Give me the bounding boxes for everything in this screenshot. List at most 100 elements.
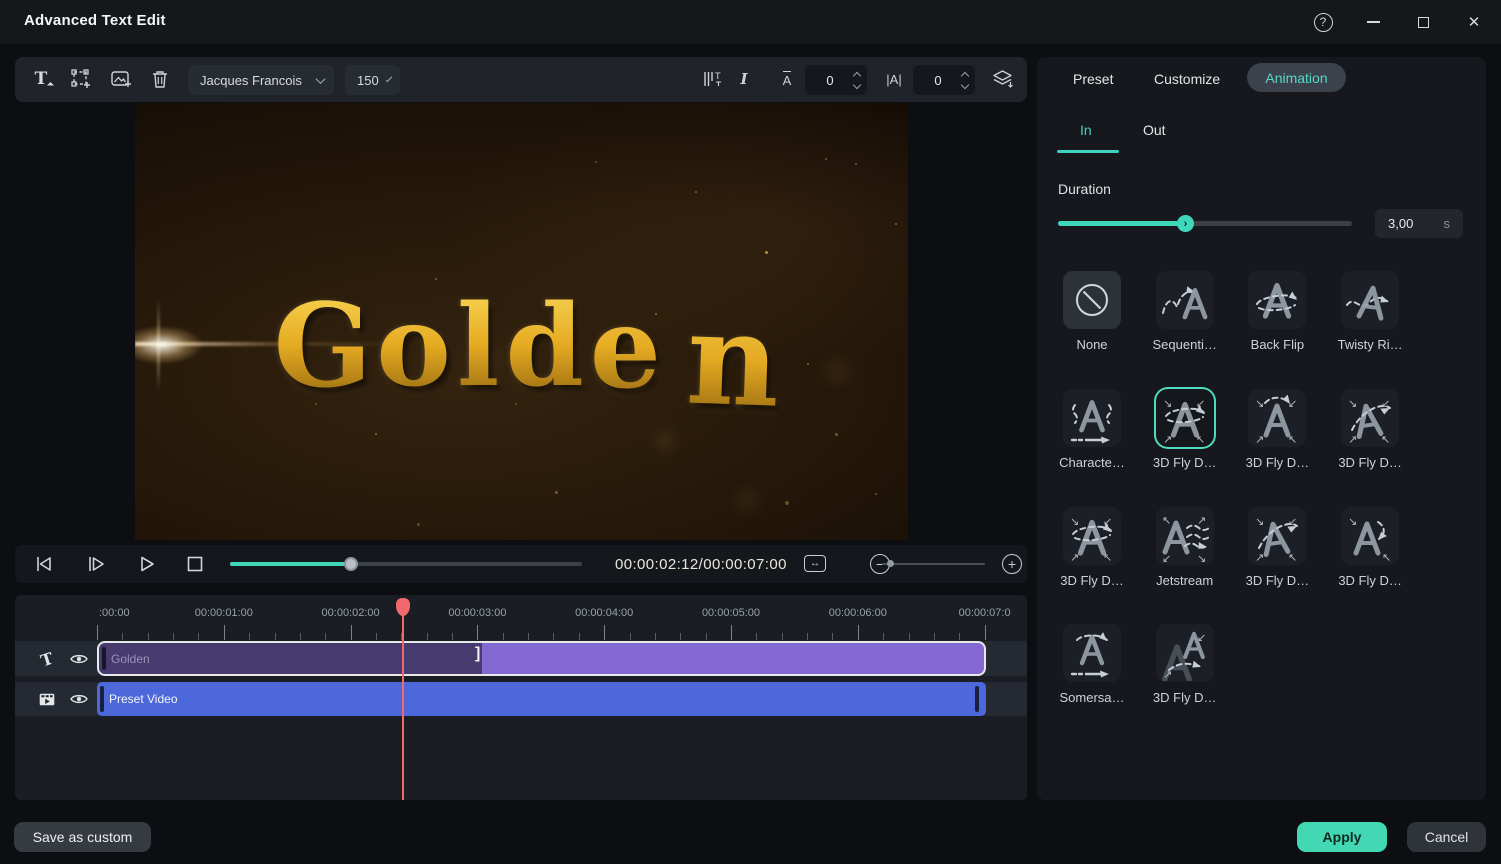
preview-title-text[interactable]: Golden [135, 291, 908, 403]
add-image-button[interactable] [106, 64, 136, 94]
animation-preset-thumbnail[interactable] [1063, 624, 1121, 682]
text-clip[interactable]: Golden ] [97, 641, 986, 676]
font-size-select[interactable]: 150 [345, 65, 400, 95]
transform-button[interactable] [66, 64, 96, 94]
minimize-button[interactable] [1360, 10, 1386, 34]
duration-slider[interactable]: › [1058, 221, 1352, 226]
animation-preset-thumbnail[interactable]: ↙↗ [1156, 624, 1214, 682]
maximize-button[interactable] [1410, 10, 1436, 34]
add-text-button[interactable]: T [26, 64, 56, 94]
animation-preset-thumbnail[interactable]: ↘↙↗↖ [1341, 389, 1399, 447]
animation-preset-back-flip[interactable]: Back Flip [1234, 271, 1320, 352]
animation-preset-characte-[interactable]: Characte… [1049, 389, 1135, 470]
ruler-tick [706, 633, 707, 640]
previous-frame-button[interactable] [32, 553, 56, 575]
subtab-in[interactable]: In [1080, 122, 1092, 138]
add-image-icon [111, 71, 132, 88]
animation-preset-thumbnail[interactable]: ↘↙↗↖ [1248, 507, 1306, 565]
save-as-custom-button[interactable]: Save as custom [14, 822, 151, 852]
animation-preset-thumbnail[interactable]: ↘↙↗↖ [1156, 389, 1214, 447]
animation-preset-3d-fly-d-[interactable]: ↘↙↗↖ 3D Fly D… [1234, 389, 1320, 470]
play-button[interactable] [135, 553, 159, 575]
delete-button[interactable] [145, 64, 175, 94]
vertical-text-button[interactable]: T [699, 64, 729, 94]
animation-preset-3d-fly-d-[interactable]: ↘↖3D Fly D… [1327, 507, 1413, 588]
preview-letter: n [685, 295, 789, 426]
letter-spacing-stepper[interactable]: 0 [913, 65, 975, 95]
animation-preset-sequenti-[interactable]: Sequenti… [1142, 271, 1228, 352]
line-spacing-button[interactable]: A [772, 64, 802, 94]
apply-button[interactable]: Apply [1297, 822, 1387, 852]
playhead-handle[interactable] [396, 598, 410, 616]
close-button[interactable]: ✕ [1461, 10, 1487, 34]
line-spacing-stepper[interactable]: 0 [805, 65, 867, 95]
animation-preset-none[interactable]: None [1049, 271, 1135, 352]
tab-customize[interactable]: Customize [1154, 71, 1220, 87]
italic-icon: I [740, 70, 747, 88]
preview-letter: d [505, 291, 589, 403]
italic-button[interactable]: I [729, 64, 759, 94]
ruler-tick [909, 633, 910, 640]
animation-preset-thumbnail[interactable]: ↘↙↗↖ [1063, 507, 1121, 565]
progress-handle[interactable] [344, 557, 358, 571]
animation-preset-thumbnail[interactable]: ↘↖ [1341, 507, 1399, 565]
animation-preset-label: 3D Fly D… [1234, 455, 1320, 470]
playhead-line[interactable] [402, 609, 404, 800]
animation-preset-thumbnail[interactable] [1341, 271, 1399, 329]
clip-trim-handle-right[interactable] [975, 686, 979, 712]
stepper-arrows-icon[interactable] [962, 73, 968, 88]
animation-preset-3d-fly-d-[interactable]: ↘↙↗↖3D Fly D… [1049, 507, 1135, 588]
animation-preset-thumbnail[interactable]: ↘↙↗↖ [1248, 389, 1306, 447]
animation-boundary-marker[interactable]: ] [475, 645, 480, 663]
animation-preset-label: Characte… [1049, 455, 1135, 470]
animation-preset-somersa-[interactable]: Somersa… [1049, 624, 1135, 705]
ruler-tick [604, 625, 605, 640]
track-visibility-toggle[interactable] [67, 649, 91, 669]
tab-animation[interactable]: Animation [1247, 63, 1346, 92]
svg-text:↙: ↙ [1196, 397, 1205, 410]
svg-text:↘: ↘ [1348, 515, 1357, 528]
subtab-out[interactable]: Out [1143, 122, 1166, 138]
animation-preset-thumbnail[interactable]: ↖↗↙↘ [1156, 507, 1214, 565]
flipIn-icon: ↘↙↗↖ [1249, 390, 1305, 446]
duration-value: 3,00 [1388, 216, 1413, 231]
stepper-arrows-icon[interactable] [854, 73, 860, 88]
preview-letter: G [273, 289, 378, 404]
animation-preset-label: 3D Fly D… [1234, 573, 1320, 588]
animation-preset-3d-fly-d-[interactable]: ↘↙↗↖3D Fly D… [1327, 389, 1413, 470]
animation-preset-twisty-ri-[interactable]: Twisty Ri… [1327, 271, 1413, 352]
animation-preset-3d-fly-d-[interactable]: ↘↙↗↖3D Fly D… [1142, 389, 1228, 470]
zoom-in-button[interactable]: + [1002, 554, 1022, 574]
video-clip[interactable]: Preset Video [97, 682, 986, 716]
zoom-slider-handle[interactable] [887, 560, 894, 567]
fit-to-window-button[interactable]: ↔ [804, 555, 826, 572]
track-visibility-toggle[interactable] [67, 689, 91, 709]
text-track-icon: T [35, 649, 59, 669]
duration-value-box[interactable]: 3,00 s [1375, 209, 1463, 238]
cancel-button[interactable]: Cancel [1407, 822, 1486, 852]
stop-button[interactable] [183, 553, 207, 575]
duration-slider-handle[interactable]: › [1177, 215, 1194, 232]
timeline-zoom-slider[interactable] [882, 563, 985, 565]
next-frame-button[interactable] [84, 553, 108, 575]
help-icon[interactable]: ? [1310, 10, 1336, 34]
animation-preset-3d-fly-d-[interactable]: ↘↙↗↖ 3D Fly D… [1234, 507, 1320, 588]
clip-trim-handle-left[interactable] [102, 647, 106, 670]
animation-preset-thumbnail[interactable] [1156, 271, 1214, 329]
layers-button[interactable] [988, 64, 1018, 94]
line-spacing-value: 0 [812, 73, 854, 88]
animation-preset-jetstream[interactable]: ↖↗↙↘Jetstream [1142, 507, 1228, 588]
fit-arrows-icon: ↔ [810, 558, 820, 569]
font-family-select[interactable]: Jacques Francois [188, 65, 334, 95]
eye-icon [70, 693, 88, 705]
ruler-tick [579, 633, 580, 640]
letter-spacing-button[interactable]: |A| [879, 64, 909, 94]
clip-trim-handle-left[interactable] [100, 686, 104, 712]
timecode: 00:00:02:12/00:00:07:00 [615, 556, 787, 573]
animation-preset-thumbnail[interactable] [1248, 271, 1306, 329]
animation-preset-thumbnail[interactable] [1063, 389, 1121, 447]
animation-preset-3d-fly-d-[interactable]: ↙↗3D Fly D… [1142, 624, 1228, 705]
animation-preset-thumbnail[interactable] [1063, 271, 1121, 329]
playback-progress-slider[interactable] [230, 562, 582, 566]
tab-preset[interactable]: Preset [1073, 71, 1113, 87]
